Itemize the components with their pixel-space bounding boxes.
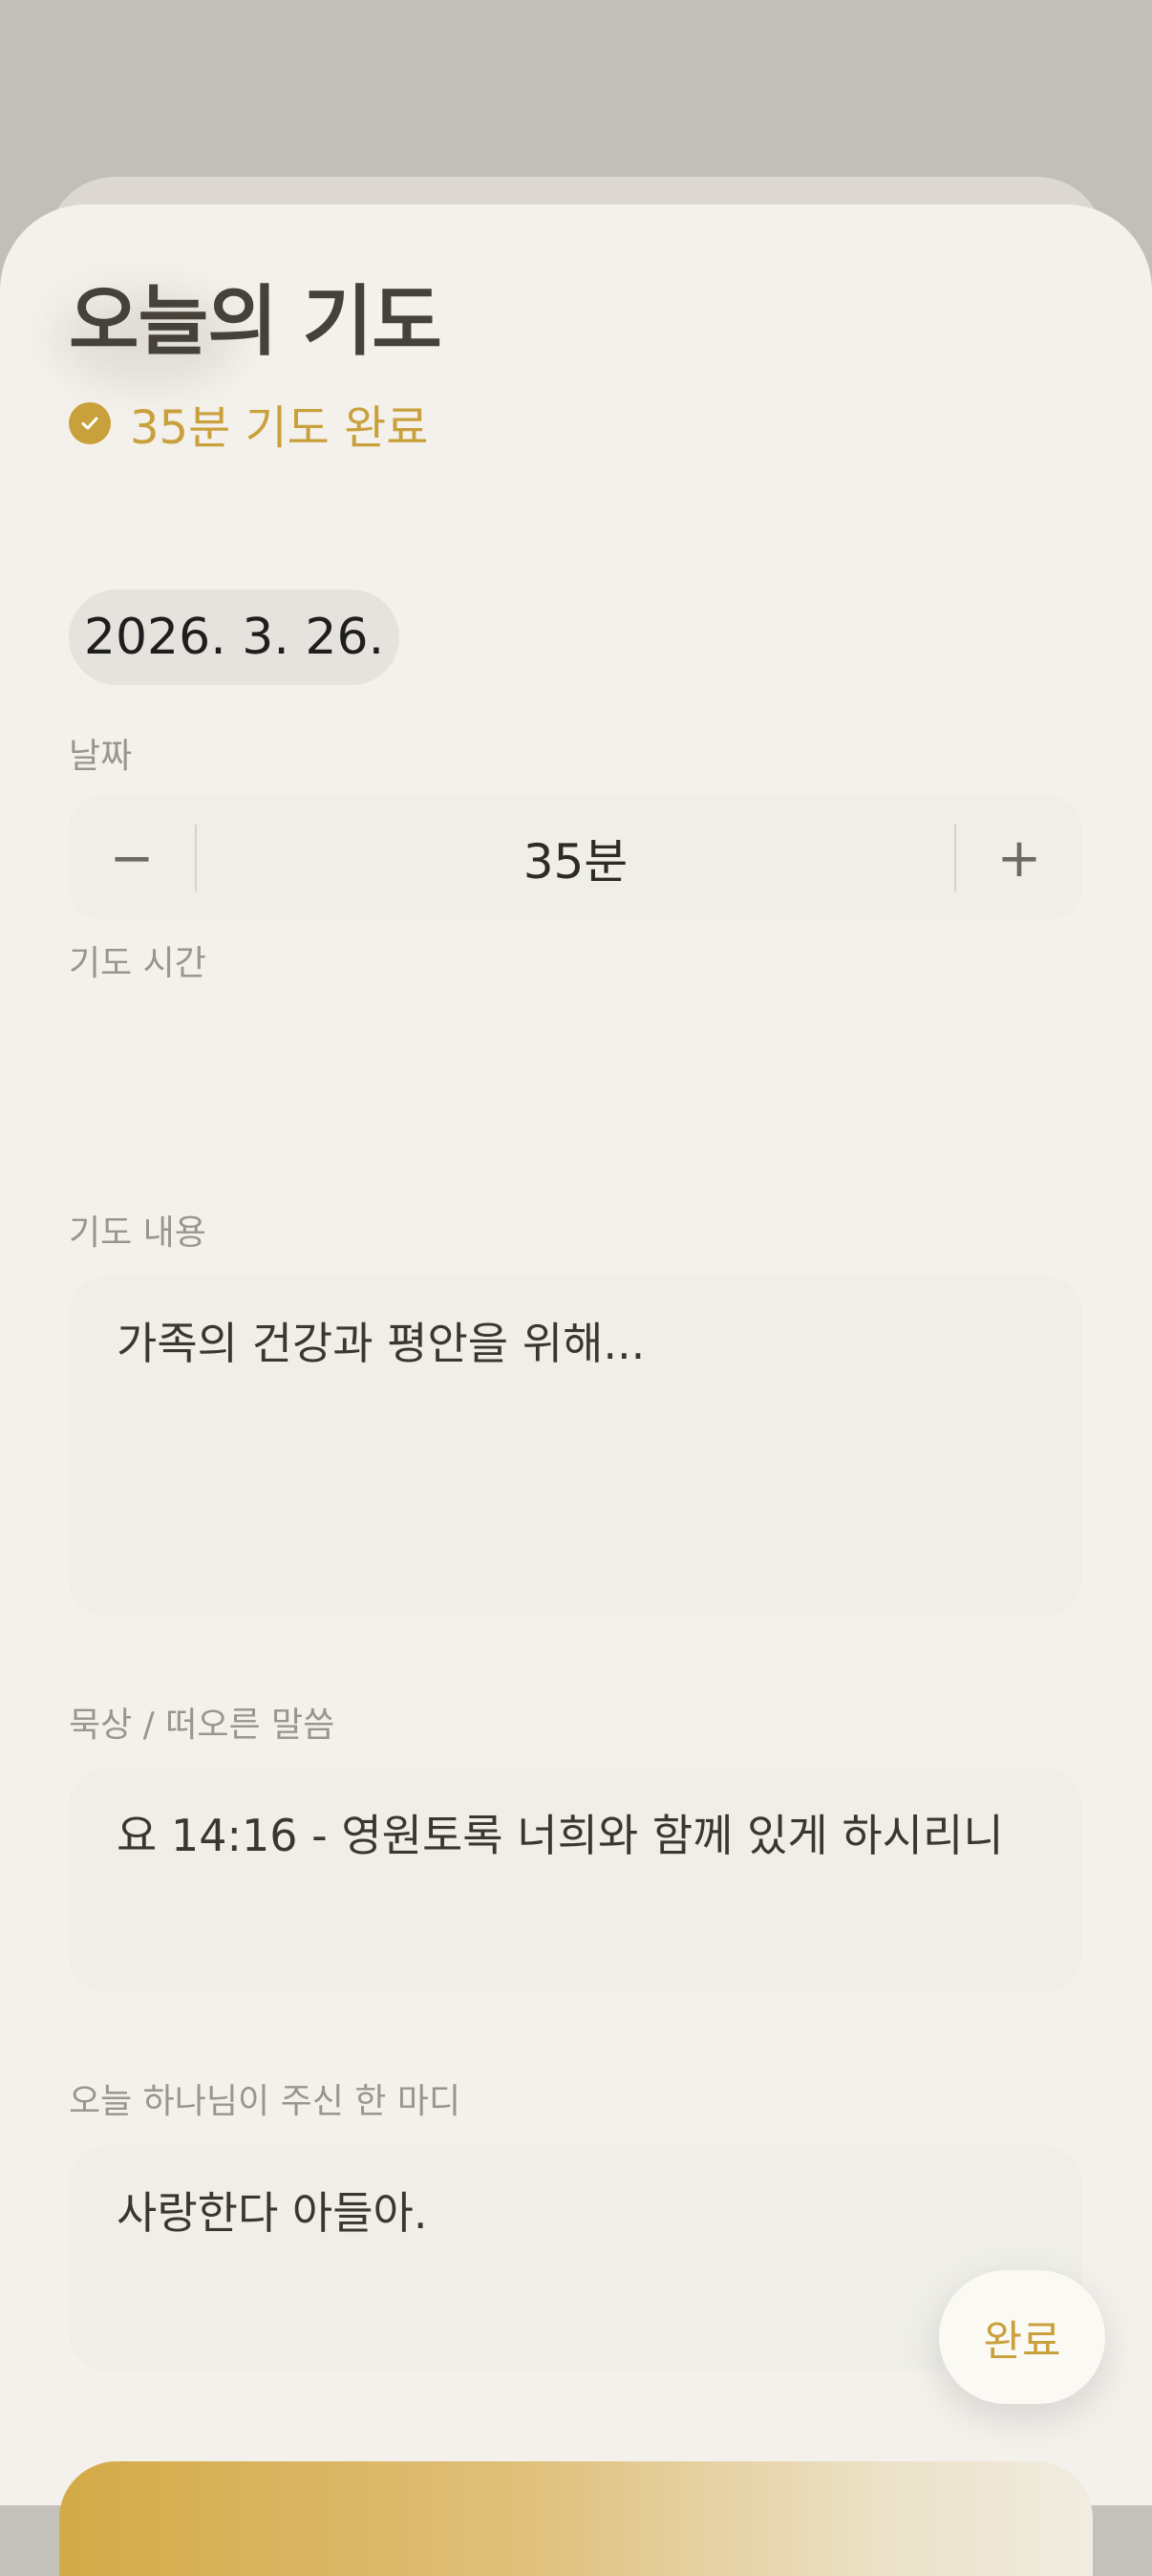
completion-status-text: 35분 기도 완료	[130, 401, 429, 455]
meditation-field[interactable]: 요 14:16 - 영원토록 너희와 함께 있게 하시리니	[69, 1768, 1082, 1993]
page-title: 오늘의 기도	[69, 277, 442, 366]
done-button[interactable]: 완료	[939, 2270, 1105, 2404]
duration-value: 35분	[523, 834, 629, 890]
prayer-content-field[interactable]: 가족의 건강과 평안을 위해...	[69, 1276, 1082, 1617]
date-label: 날짜	[69, 737, 133, 776]
duration-stepper: − 35분 +	[69, 796, 1082, 920]
word-of-god-label: 오늘 하나님이 주신 한 마디	[69, 2082, 461, 2121]
duration-label: 기도 시간	[69, 944, 206, 983]
prayer-content-label: 기도 내용	[69, 1213, 206, 1253]
word-of-god-field[interactable]: 사랑한다 아들아.	[69, 2145, 1082, 2371]
decrement-button[interactable]: −	[69, 796, 195, 920]
date-picker[interactable]: 2026. 3. 26.	[69, 590, 399, 685]
bottom-action-bar[interactable]	[59, 2461, 1093, 2576]
check-circle-icon	[69, 402, 111, 444]
increment-button[interactable]: +	[956, 796, 1082, 920]
meditation-label: 묵상 / 떠오른 말씀	[69, 1706, 335, 1745]
completion-status: 35분 기도 완료	[69, 390, 428, 457]
